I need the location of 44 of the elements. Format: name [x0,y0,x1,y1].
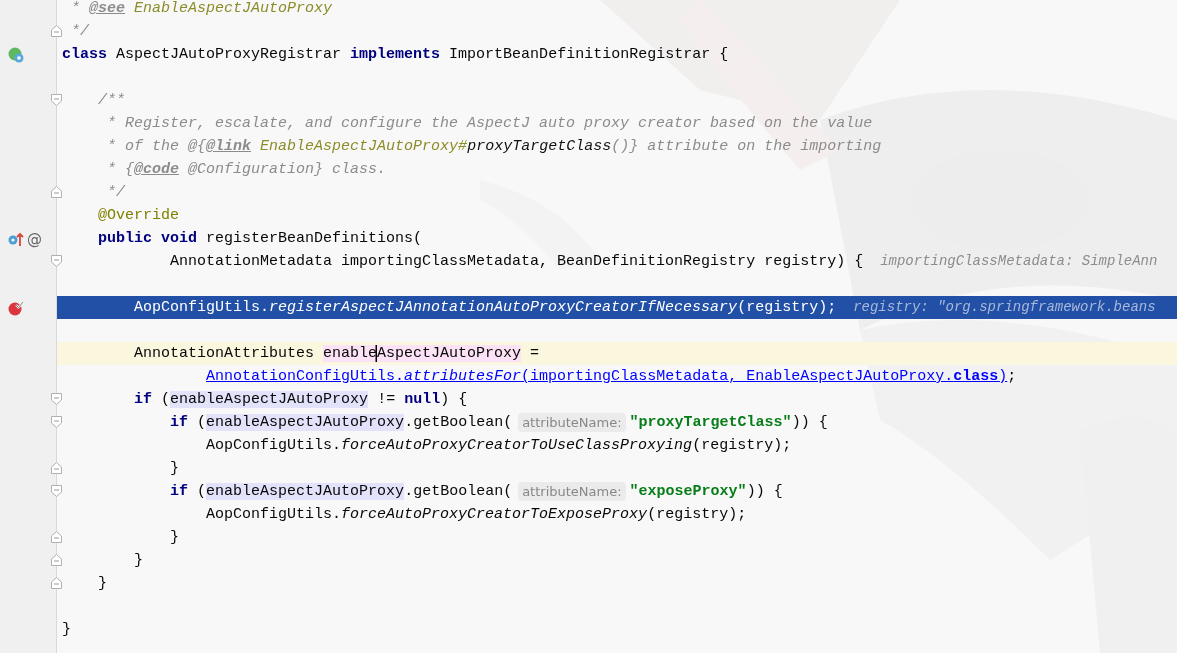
code-line: @Override [97,206,180,226]
code-line: } [169,528,180,548]
inline-value: registry: "org.springframework.beans [853,298,1156,317]
code-line: * Register, escalate, and configure the AspectJ auto proxy creator based on the value [106,114,873,134]
fold-icon[interactable] [51,94,62,106]
fold-icon[interactable] [51,25,62,37]
override-icon[interactable] [8,230,24,247]
code-line: */ [106,183,126,203]
code-line: class AspectJAutoProxyRegistrar implements ImportBeanDefinitionRegistrar { [62,45,729,65]
code-line: AnnotationMetadata importingClassMetadata, BeanDefinitionRegistry registry) { [169,252,864,272]
code-line: AopConfigUtils.forceAutoProxyCreatorToExposeProxy(registry); [205,505,747,525]
code-line: if (enableAspectJAutoProxy.getBoolean( [169,482,513,502]
fold-icon[interactable] [51,531,62,543]
annotation-marker[interactable]: @ [27,230,42,247]
parameter-hint: attributeName: [518,482,626,501]
code-line: } [97,574,108,594]
code-line: * @see EnableAspectJAutoProxy [70,0,333,19]
code-line: public void registerBeanDefinitions( [97,229,423,249]
code-line: AopConfigUtils.registerAspectJAnnotationAutoProxyCreatorIfNecessary(registry); [133,298,837,318]
code-line: "exposeProxy")) { [629,482,783,502]
code-line: * {@code @Configuration} class. [106,160,387,180]
parameter-hint: attributeName: [518,413,626,432]
fold-icon[interactable] [51,186,62,198]
fold-icon[interactable] [51,554,62,566]
code-line: /** [97,91,126,111]
code-line: if (enableAspectJAutoProxy != null) { [133,390,468,410]
code-line: } [62,620,71,640]
code-line: if (enableAspectJAutoProxy.getBoolean( [169,413,513,433]
breakpoint-icon[interactable] [8,299,24,316]
code-line: } [169,459,180,479]
code-line: AnnotationConfigUtils.attributesFor(importingClassMetadata, EnableAspectJAutoProxy.class); [205,367,1017,387]
code-line: } [133,551,144,571]
fold-icon[interactable] [51,416,62,428]
code-line: "proxyTargetClass")) { [629,413,828,433]
fold-icon[interactable] [51,393,62,405]
fold-icon[interactable] [51,485,62,497]
class-icon[interactable] [8,46,24,63]
code-line: AopConfigUtils.forceAutoProxyCreatorToUseClassProxying(registry); [205,436,792,456]
fold-icon[interactable] [51,462,62,474]
fold-icon[interactable] [51,255,62,267]
code-line: * of the @{@link EnableAspectJAutoProxy#proxyTargetClass()} attribute on the importing [106,137,882,157]
fold-icon[interactable] [51,577,62,589]
code-line: */ [70,22,90,42]
inline-value: importingClassMetadata: SimpleAnn [880,252,1158,271]
